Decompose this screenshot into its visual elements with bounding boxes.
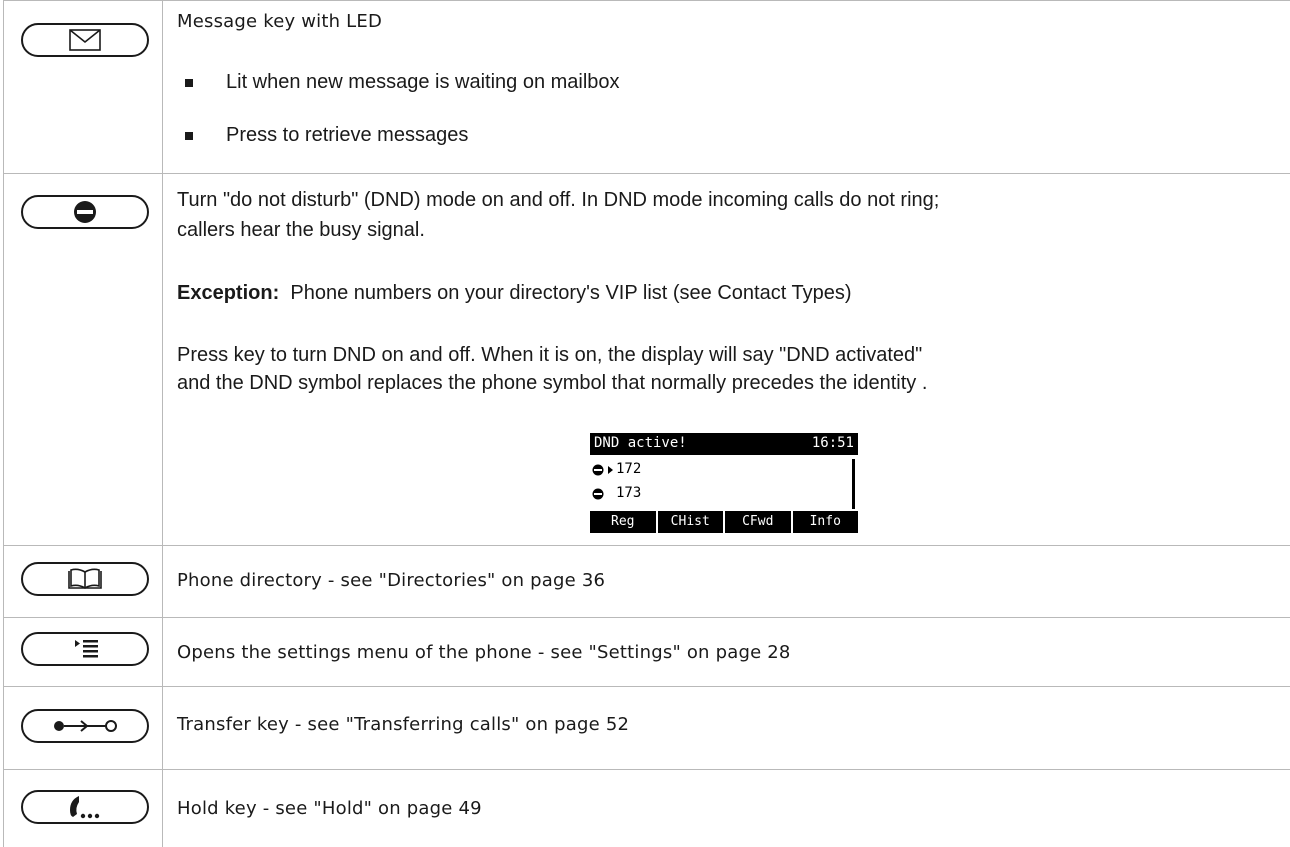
dnd-exception: Exception: Phone numbers on your directo… <box>177 280 852 306</box>
dnd-key-button[interactable] <box>21 195 149 229</box>
dnd-line-2: callers hear the busy signal. <box>177 219 425 241</box>
message-title: Message key with LED <box>177 11 383 32</box>
softkey-chist[interactable]: CHist <box>657 511 725 533</box>
dnd-press-line-1: Press key to turn DND on and off. When i… <box>177 344 923 366</box>
table-row-transfer: Transfer key - see "Transferring calls" … <box>4 687 1290 770</box>
book-icon <box>68 568 102 589</box>
dnd-icon <box>592 488 604 500</box>
message-bullet-1: Lit when new message is waiting on mailb… <box>226 71 620 93</box>
envelope-icon <box>69 29 101 51</box>
message-key-button[interactable] <box>21 23 149 57</box>
message-bullet-2: Press to retrieve messages <box>226 124 469 146</box>
table-row-hold: Hold key - see "Hold" on page 49 <box>4 770 1290 847</box>
key-reference-table: Message key with LED Lit when new messag… <box>3 0 1290 847</box>
settings-menu-icon <box>75 640 98 658</box>
table-row-directory: Phone directory - see "Directories" on p… <box>4 546 1290 618</box>
display-time: 16:51 <box>811 435 854 451</box>
bullet-marker <box>185 79 193 87</box>
hold-icon <box>70 796 100 819</box>
exception-text: Phone numbers on your directory's VIP li… <box>290 282 852 304</box>
hold-key-button[interactable] <box>21 790 149 824</box>
key-cell <box>4 173 163 545</box>
display-softkeys: Reg CHist CFwd Info <box>590 511 858 533</box>
phone-display-screenshot: DND active! 16:51 172 173 Reg CHist CFwd… <box>590 433 858 533</box>
dnd-press-line-2: and the DND symbol replaces the phone sy… <box>177 372 928 394</box>
softkey-info[interactable]: Info <box>792 511 858 533</box>
directory-description: Phone directory - see "Directories" on p… <box>177 570 606 591</box>
settings-description: Opens the settings menu of the phone - s… <box>177 642 791 663</box>
key-cell <box>4 770 163 847</box>
transfer-description: Transfer key - see "Transferring calls" … <box>177 714 630 735</box>
key-cell <box>4 618 163 686</box>
table-row-settings: Opens the settings menu of the phone - s… <box>4 618 1290 687</box>
directory-key-button[interactable] <box>21 562 149 596</box>
dnd-icon <box>74 201 96 223</box>
display-identity-2: 173 <box>616 485 642 501</box>
display-scrollbar <box>852 459 855 509</box>
bullet-marker <box>185 132 193 140</box>
display-identity-1: 172 <box>616 461 642 477</box>
display-status-text: DND active! <box>594 435 687 451</box>
softkey-cfwd[interactable]: CFwd <box>725 511 793 533</box>
key-cell <box>4 687 163 769</box>
softkey-reg[interactable]: Reg <box>590 511 658 533</box>
table-row-message: Message key with LED Lit when new messag… <box>4 0 1290 174</box>
settings-key-button[interactable] <box>21 632 149 666</box>
transfer-icon <box>54 720 117 732</box>
hold-description: Hold key - see "Hold" on page 49 <box>177 798 482 819</box>
key-cell <box>4 1 163 173</box>
key-cell <box>4 546 163 617</box>
display-status-bar: DND active! 16:51 <box>590 433 858 455</box>
transfer-key-button[interactable] <box>21 709 149 743</box>
dnd-line-1: Turn "do not disturb" (DND) mode on and … <box>177 189 940 211</box>
exception-label: Exception: <box>177 282 280 304</box>
